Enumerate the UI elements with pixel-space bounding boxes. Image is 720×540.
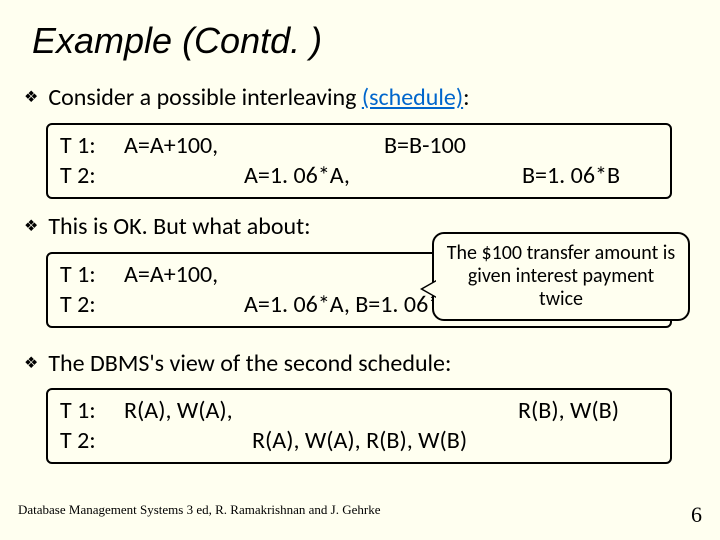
bullet-dbms-view: ❖ The DBMS's view of the second schedule… <box>32 350 700 379</box>
bullet-interleaving: ❖ Consider a possible interleaving (sche… <box>32 84 700 113</box>
schedule2-t1-op1: A=A+100, <box>124 260 218 290</box>
schedule2-labels: T 1: T 2: <box>60 260 124 320</box>
schedule3-t2-op1: R(A), W(A), R(B), W(B) <box>252 426 467 456</box>
schedule1-row-t1: A=A+100, B=B-100 <box>124 131 658 161</box>
slide-title: Example (Contd. ) <box>32 20 700 62</box>
diamond-icon: ❖ <box>24 213 38 241</box>
diamond-icon: ❖ <box>24 84 38 112</box>
schedule3-ops: R(A), W(A), R(B), W(B) R(A), W(A), R(B),… <box>124 396 658 456</box>
schedule1-t1-op2: B=B-100 <box>384 131 466 161</box>
bullet3-text: The DBMS's view of the second schedule: <box>48 350 451 379</box>
schedule2-t1-label: T 1: <box>60 260 124 290</box>
schedule3-t1-op2: R(B), W(B) <box>518 396 619 426</box>
footer: Database Management Systems 3 ed, R. Ram… <box>18 502 702 528</box>
footer-text: Database Management Systems 3 ed, R. Ram… <box>18 502 380 528</box>
schedule1-labels: T 1: T 2: <box>60 131 124 191</box>
slide: Example (Contd. ) ❖ Consider a possible … <box>0 0 720 540</box>
schedule2-t2-label: T 2: <box>60 290 124 320</box>
schedule-link: (schedule) <box>362 83 463 112</box>
bullet2-text: This is OK. But what about: <box>48 213 310 242</box>
schedule1-row-t2: A=1. 06*A, B=1. 06*B <box>124 161 658 191</box>
schedule-box-1: T 1: T 2: A=A+100, B=B-100 A=1. 06*A, B=… <box>46 123 672 199</box>
schedule1-t1-op1: A=A+100, <box>124 131 218 161</box>
bullet-text: Consider a possible interleaving (schedu… <box>48 84 469 113</box>
schedule1-t2-op1: A=1. 06*A, <box>244 161 350 191</box>
schedule1-ops: A=A+100, B=B-100 A=1. 06*A, B=1. 06*B <box>124 131 658 191</box>
schedule1-t1-label: T 1: <box>60 131 124 161</box>
schedule3-t1-label: T 1: <box>60 396 124 426</box>
schedule3-row-t2: R(A), W(A), R(B), W(B) <box>124 426 658 456</box>
schedule1-t2-op2: B=1. 06*B <box>522 161 620 191</box>
page-number: 6 <box>691 502 702 528</box>
schedule3-t1-op1: R(A), W(A), <box>124 396 233 426</box>
bullet1-prefix: Consider a possible interleaving <box>48 83 361 112</box>
diamond-icon: ❖ <box>24 350 38 378</box>
schedule3-t2-label: T 2: <box>60 426 124 456</box>
bullet1-suffix: : <box>463 83 469 112</box>
callout-interest-twice: The $100 transfer amount is given intere… <box>432 232 690 321</box>
schedule3-labels: T 1: T 2: <box>60 396 124 456</box>
schedule3-row-t1: R(A), W(A), R(B), W(B) <box>124 396 658 426</box>
schedule-box-3: T 1: T 2: R(A), W(A), R(B), W(B) R(A), W… <box>46 388 672 464</box>
schedule1-t2-label: T 2: <box>60 161 124 191</box>
